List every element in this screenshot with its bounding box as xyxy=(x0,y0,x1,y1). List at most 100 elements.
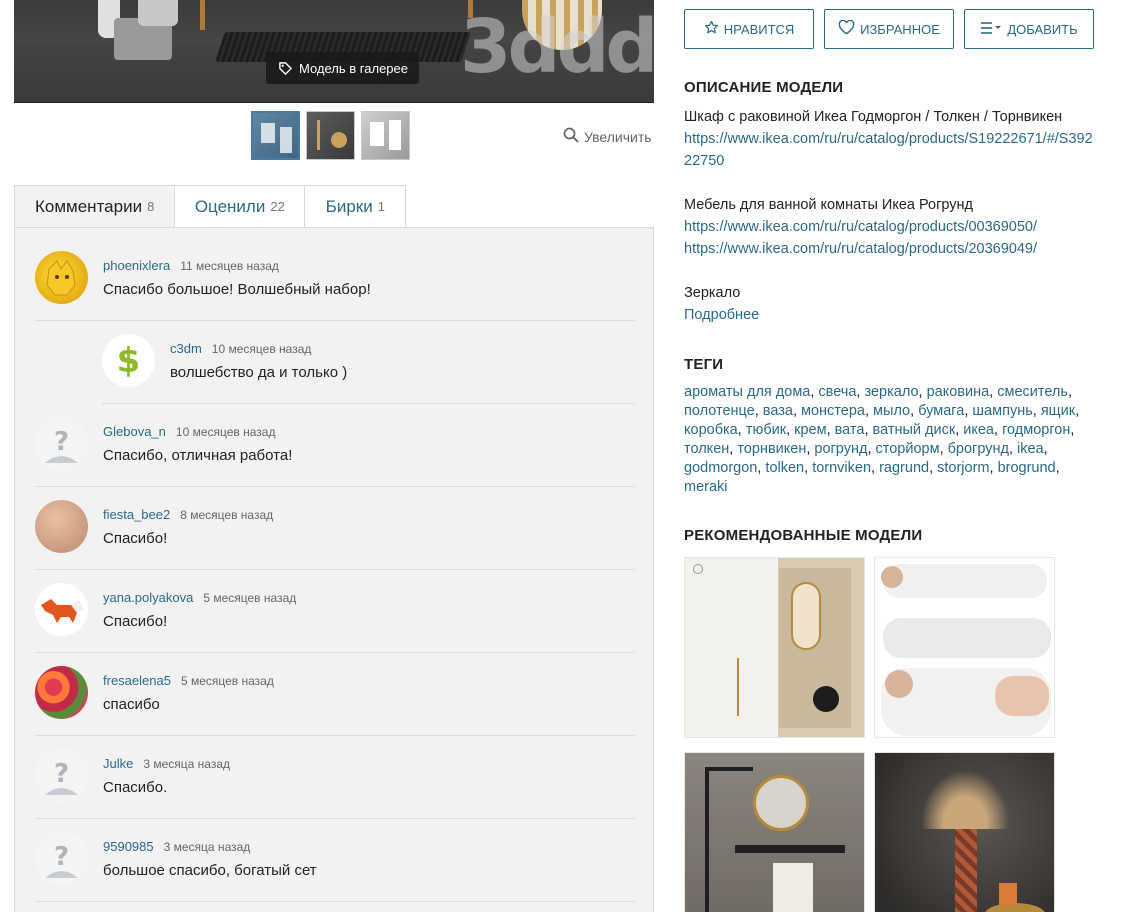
tag-link[interactable]: ваза xyxy=(763,403,793,419)
tag-link[interactable]: шампунь xyxy=(972,403,1032,419)
avatar[interactable] xyxy=(35,583,88,636)
avatar[interactable]: $ xyxy=(102,334,155,387)
tag-link[interactable]: бумага xyxy=(918,403,964,419)
avatar[interactable] xyxy=(35,500,88,553)
avatar[interactable] xyxy=(35,666,88,719)
tag-link[interactable]: storjorm xyxy=(937,460,989,476)
tag-link[interactable]: икеа xyxy=(963,422,994,438)
like-label: НРАВИТСЯ xyxy=(723,21,795,37)
comment-author-link[interactable]: 9590985 xyxy=(103,839,154,854)
comment-author-link[interactable]: fresaelena5 xyxy=(103,673,171,688)
tag-separator: , xyxy=(989,460,998,476)
tag-link[interactable]: коробка xyxy=(684,422,738,438)
comment-text: спасибо xyxy=(103,696,160,713)
comment-author-link[interactable]: fiesta_bee2 xyxy=(103,507,170,522)
comment-author-link[interactable]: Julke xyxy=(103,756,133,771)
recommended-heading: РЕКОМЕНДОВАННЫЕ МОДЕЛИ xyxy=(684,527,923,544)
tag-link[interactable]: brogrund xyxy=(998,460,1056,476)
comment-author-link[interactable]: c3dm xyxy=(170,341,202,356)
comment-text: Спасибо. xyxy=(103,779,168,796)
tag-link[interactable]: tolken xyxy=(765,460,804,476)
tag-link[interactable]: ragrund xyxy=(879,460,929,476)
comment-time: 11 месяцев назад xyxy=(180,259,279,273)
comment-author-link[interactable]: yana.polyakova xyxy=(103,590,193,605)
tab-rated[interactable]: Оценили 22 xyxy=(175,185,306,228)
tag-link[interactable]: толкен xyxy=(684,441,729,457)
tag-link[interactable]: мыло xyxy=(873,403,910,419)
tag-link[interactable]: годморгон xyxy=(1002,422,1070,438)
more-link[interactable]: Подробнее xyxy=(684,304,1094,326)
tag-link[interactable]: сторйорм xyxy=(876,441,940,457)
comment-author-link[interactable]: phoenixlera xyxy=(103,258,170,273)
comment-item: ? Julke 3 месяца назад Спасибо. xyxy=(35,736,635,819)
description-line: Шкаф с раковиной Икеа Годморгон / Толкен… xyxy=(684,109,1063,125)
ikea-link[interactable]: https://www.ikea.com/ru/ru/catalog/produ… xyxy=(684,238,1094,260)
model-in-gallery-badge[interactable]: Модель в галерее xyxy=(266,52,419,84)
tag-link[interactable]: раковина xyxy=(927,384,990,400)
tag-link[interactable]: ikea xyxy=(1017,441,1044,457)
tag-link[interactable]: торнвикен xyxy=(737,441,806,457)
tag-separator: , xyxy=(864,403,874,419)
tag-link[interactable]: ящик xyxy=(1041,403,1075,419)
tag-list: ароматы для дома, свеча, зеркало, ракови… xyxy=(684,383,1094,497)
thumbnail-1[interactable] xyxy=(251,111,300,160)
comment-item: phoenixlera 11 месяцев назад Спасибо бол… xyxy=(35,238,635,321)
thumbnail-2[interactable] xyxy=(306,111,355,160)
svg-text:$: $ xyxy=(117,341,141,381)
ikea-link[interactable]: https://www.ikea.com/ru/ru/catalog/produ… xyxy=(684,128,1094,172)
tag-separator: , xyxy=(804,460,813,476)
tag-separator: , xyxy=(826,422,835,438)
tab-tags-count: 1 xyxy=(377,199,385,214)
gallery-pot-small xyxy=(138,0,178,26)
recommended-model-2[interactable] xyxy=(874,557,1055,738)
tag-link[interactable]: полотенце xyxy=(684,403,755,419)
comment-author-link[interactable]: Glebova_n xyxy=(103,424,166,439)
tag-link[interactable]: зеркало xyxy=(864,384,918,400)
tag-link[interactable]: крем xyxy=(794,422,826,438)
tag-link[interactable]: тюбик xyxy=(746,422,786,438)
add-to-list-button[interactable]: ДОБАВИТЬ xyxy=(964,9,1094,49)
tag-link[interactable]: ароматы для дома xyxy=(684,384,810,400)
recommended-model-1[interactable] xyxy=(684,557,865,738)
comment-text: Спасибо! xyxy=(103,530,168,547)
tag-separator: , xyxy=(1032,403,1041,419)
svg-text:?: ? xyxy=(54,427,69,457)
thumbnail-3[interactable] xyxy=(361,111,410,160)
avatar[interactable] xyxy=(35,251,88,304)
like-button[interactable]: НРАВИТСЯ xyxy=(684,9,814,49)
tag-link[interactable]: свеча xyxy=(818,384,856,400)
tag-link[interactable]: godmorgon xyxy=(684,460,757,476)
tab-tags[interactable]: Бирки 1 xyxy=(305,185,407,228)
tag-separator: , xyxy=(939,441,948,457)
comment-text: волшебство да и только ) xyxy=(170,364,348,381)
tab-comments-count: 8 xyxy=(147,199,155,214)
tag-separator: , xyxy=(1070,422,1075,438)
tab-comments[interactable]: Комментарии 8 xyxy=(14,185,176,228)
tag-link[interactable]: meraki xyxy=(684,479,728,495)
favorite-button[interactable]: ИЗБРАННОЕ xyxy=(824,9,954,49)
tag-link[interactable]: рогрунд xyxy=(814,441,867,457)
tag-link[interactable]: вата xyxy=(835,422,865,438)
zoom-button[interactable]: Увеличить xyxy=(563,127,652,146)
comment-time: 8 месяцев назад xyxy=(180,508,274,522)
tag-separator: , xyxy=(754,403,763,419)
tag-link[interactable]: монстера xyxy=(801,403,865,419)
tag-link[interactable]: ватный диск xyxy=(873,422,956,438)
tag-separator: , xyxy=(989,384,998,400)
avatar[interactable]: ? xyxy=(35,832,88,885)
tag-link[interactable]: tornviken xyxy=(812,460,871,476)
tag-link[interactable]: смеситель xyxy=(997,384,1068,400)
tab-rated-count: 22 xyxy=(270,199,285,214)
heart-icon xyxy=(838,19,855,38)
tag-link[interactable]: брогрунд xyxy=(948,441,1009,457)
ikea-link[interactable]: https://www.ikea.com/ru/ru/catalog/produ… xyxy=(684,216,1094,238)
avatar[interactable]: ? xyxy=(35,749,88,802)
comment-item: fiesta_bee2 8 месяцев назад Спасибо! xyxy=(35,487,635,570)
list-dropdown-icon xyxy=(980,21,1002,38)
avatar[interactable]: ? xyxy=(35,417,88,470)
comment-text: большое спасибо, богатый сет xyxy=(103,862,317,879)
recommended-model-3[interactable] xyxy=(684,752,865,912)
main-gallery-image[interactable]: 3ddd Модель в галерее xyxy=(14,0,654,103)
recommended-model-4[interactable] xyxy=(874,752,1055,912)
comment-text: Спасибо! xyxy=(103,613,168,630)
